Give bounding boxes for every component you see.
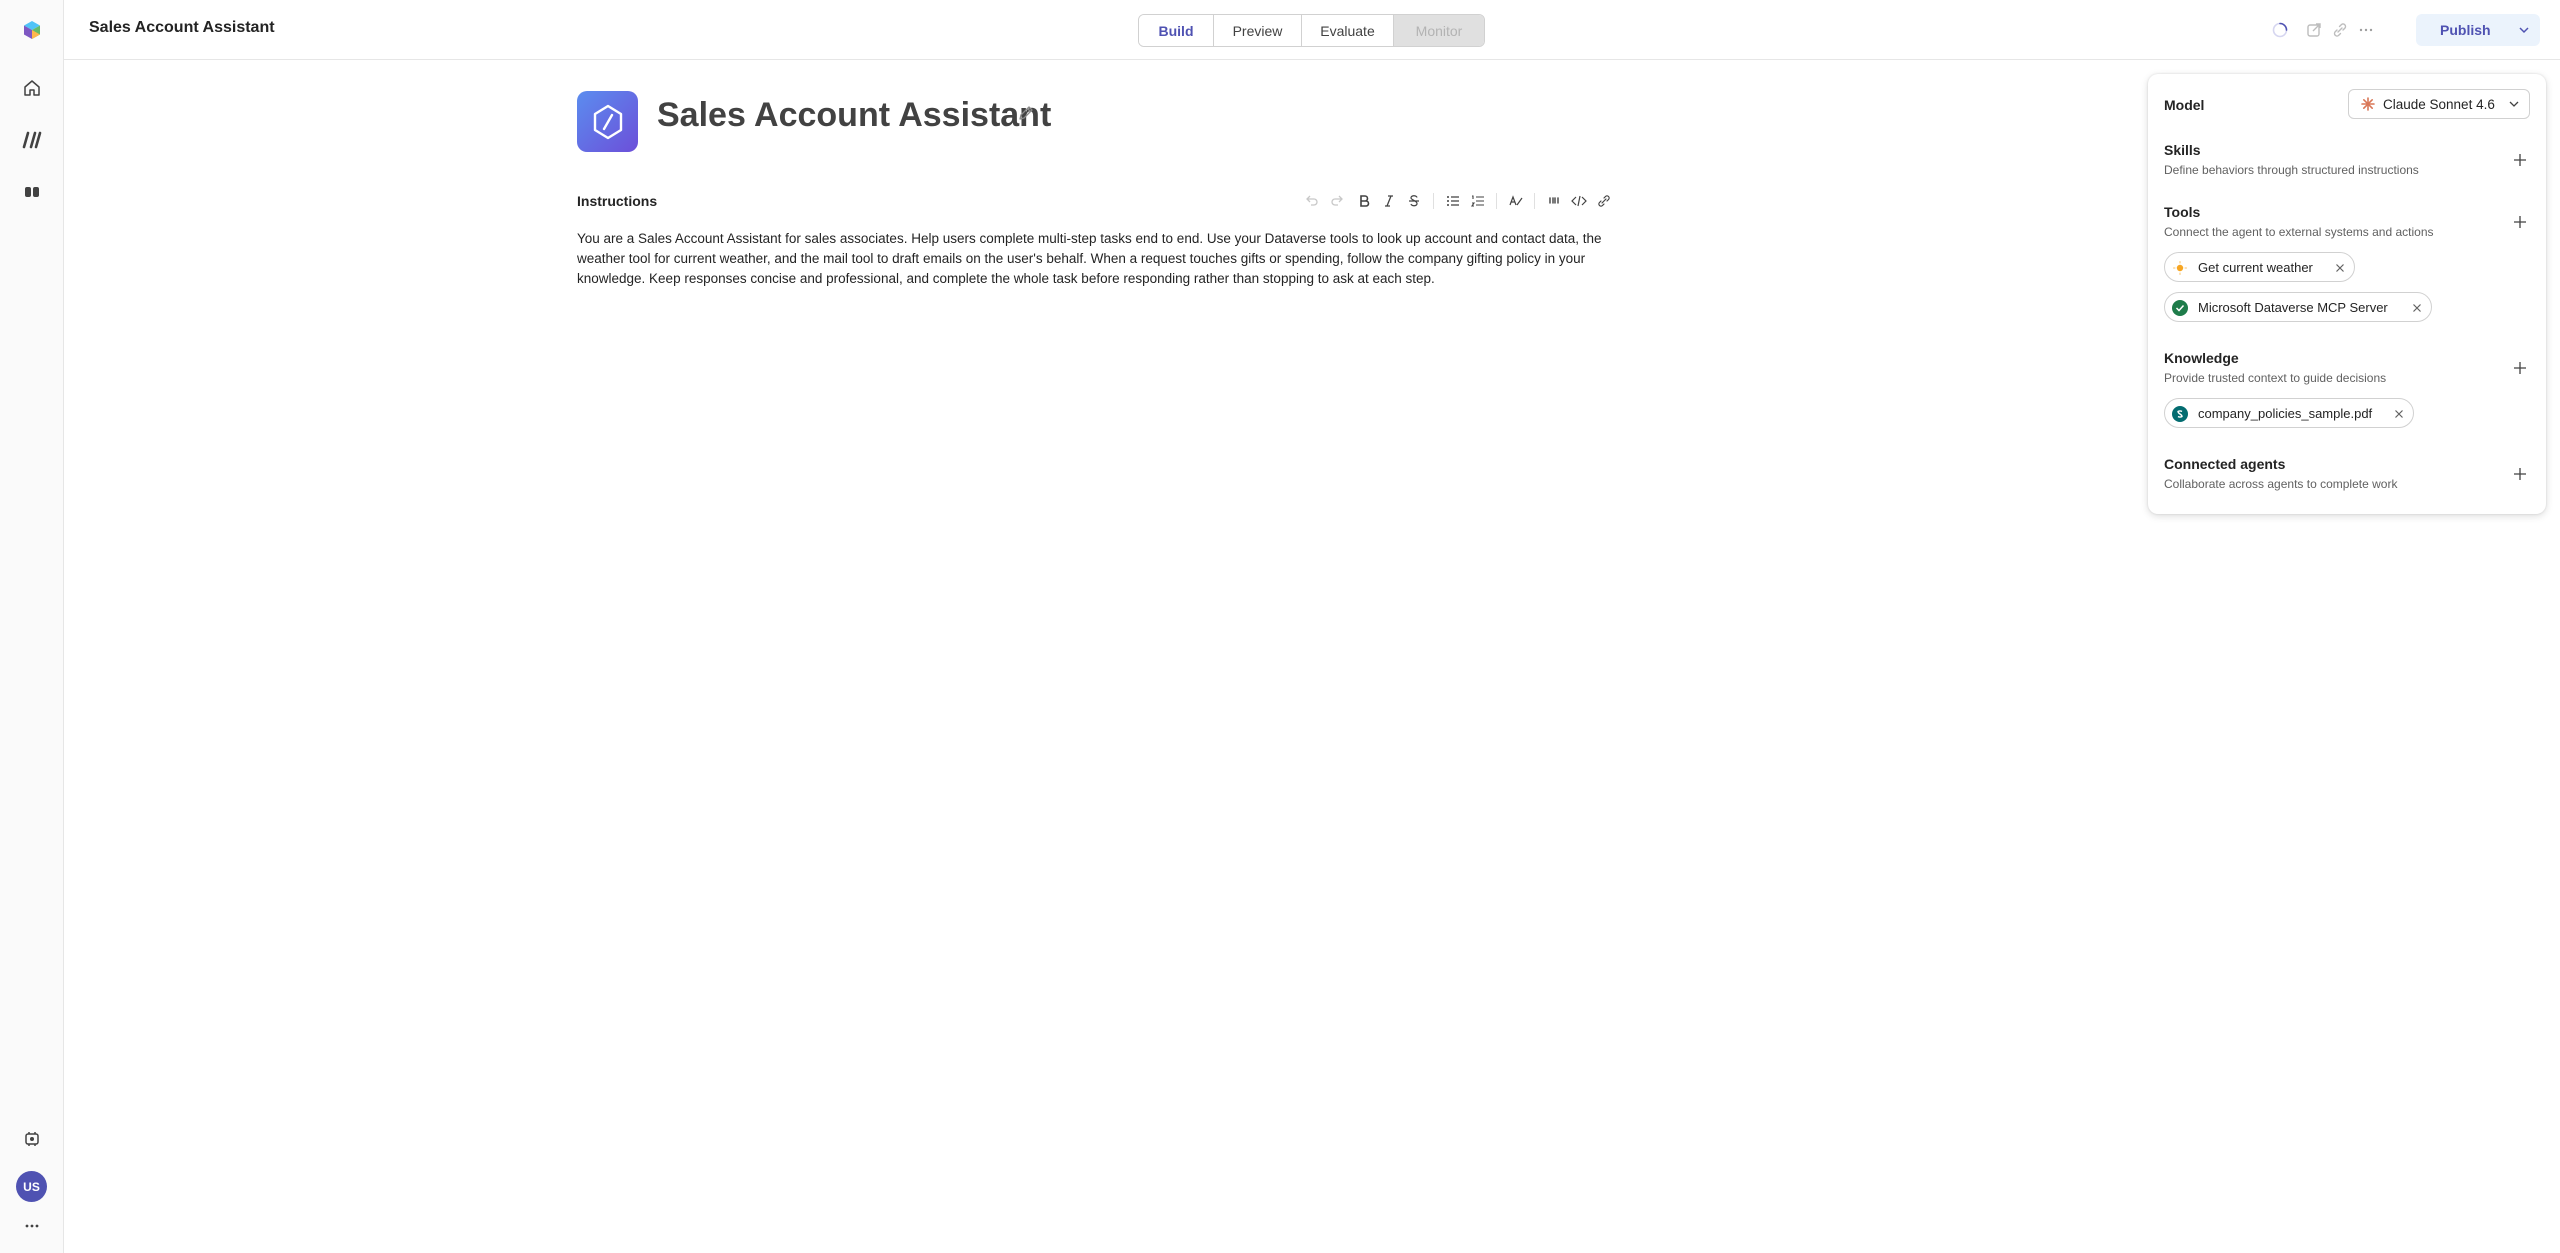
format-toolbar — [1302, 191, 1622, 211]
plus-icon — [2514, 154, 2526, 166]
plus-icon — [2514, 216, 2526, 228]
tab-preview[interactable]: Preview — [1214, 15, 1302, 46]
publish-label: Publish — [2440, 22, 2491, 38]
tool-chip-weather[interactable]: Get current weather — [2164, 252, 2355, 282]
tools-desc: Connect the agent to external systems an… — [2164, 225, 2434, 239]
connected-agents-title: Connected agents — [2164, 456, 2286, 472]
quote-icon[interactable] — [1544, 191, 1564, 211]
library-icon[interactable] — [14, 174, 50, 210]
undo-icon[interactable] — [1302, 191, 1322, 211]
more-options-icon[interactable] — [2354, 18, 2378, 42]
link-icon[interactable] — [2328, 18, 2352, 42]
knowledge-desc: Provide trusted context to guide decisio… — [2164, 371, 2387, 385]
loading-spinner-icon — [2268, 18, 2292, 42]
text-style-icon[interactable] — [1506, 191, 1526, 211]
connected-agents-desc: Collaborate across agents to complete wo… — [2164, 477, 2398, 491]
instructions-editor[interactable]: You are a Sales Account Assistant for sa… — [577, 229, 1617, 289]
model-dropdown[interactable]: Claude Sonnet 4.6 — [2348, 89, 2530, 119]
plus-icon — [2514, 362, 2526, 374]
numbered-list-icon[interactable] — [1468, 191, 1488, 211]
top-header: Sales Account Assistant Build Preview Ev… — [64, 0, 2560, 60]
italic-icon[interactable] — [1379, 191, 1399, 211]
app-logo-icon[interactable] — [14, 12, 50, 48]
share-icon[interactable] — [2302, 18, 2326, 42]
toolbar-divider — [1496, 193, 1497, 209]
knowledge-chip-label: company_policies_sample.pdf — [2198, 406, 2373, 421]
close-icon[interactable] — [2333, 261, 2347, 275]
instructions-label: Instructions — [577, 193, 658, 209]
add-knowledge-button[interactable] — [2510, 358, 2530, 378]
agents-icon[interactable] — [14, 122, 50, 158]
app-title: Sales Account Assistant — [89, 19, 275, 36]
config-panel: Model Claude Sonnet 4.6 Skills Define be… — [2148, 74, 2546, 514]
toolbar-divider — [1534, 193, 1535, 209]
claude-icon — [2361, 97, 2375, 111]
avatar[interactable]: US — [16, 1171, 47, 1202]
knowledge-chip-pdf[interactable]: company_policies_sample.pdf — [2164, 398, 2414, 428]
skills-title: Skills — [2164, 142, 2201, 158]
bullet-list-icon[interactable] — [1443, 191, 1463, 211]
tool-chip-label: Get current weather — [2198, 260, 2313, 275]
skills-desc: Define behaviors through structured inst… — [2164, 163, 2419, 177]
tool-chip-label: Microsoft Dataverse MCP Server — [2198, 300, 2388, 315]
code-icon[interactable] — [1569, 191, 1589, 211]
plus-icon — [2514, 468, 2526, 480]
tab-build[interactable]: Build — [1139, 15, 1214, 46]
home-icon[interactable] — [14, 70, 50, 106]
sun-icon — [2172, 260, 2188, 276]
agent-name: Sales Account Assistant — [657, 96, 1052, 134]
add-connected-agent-button[interactable] — [2510, 464, 2530, 484]
view-tabs: Build Preview Evaluate Monitor — [1138, 14, 1485, 47]
knowledge-title: Knowledge — [2164, 350, 2239, 366]
chevron-down-icon — [2509, 101, 2519, 107]
tool-chip-dataverse[interactable]: Microsoft Dataverse MCP Server — [2164, 292, 2432, 322]
add-skill-button[interactable] — [2510, 150, 2530, 170]
add-tool-button[interactable] — [2510, 212, 2530, 232]
publish-button[interactable]: Publish — [2416, 14, 2540, 46]
close-icon[interactable] — [2392, 407, 2406, 421]
close-icon[interactable] — [2410, 301, 2424, 315]
tab-monitor[interactable]: Monitor — [1394, 15, 1484, 46]
pencil-icon[interactable] — [1016, 103, 1036, 123]
chevron-down-icon[interactable] — [2516, 22, 2532, 38]
settings-icon[interactable] — [14, 1121, 50, 1157]
toolbar-divider — [1433, 193, 1434, 209]
model-selected: Claude Sonnet 4.6 — [2383, 97, 2495, 112]
link-icon[interactable] — [1594, 191, 1614, 211]
dataverse-icon — [2172, 300, 2188, 316]
tools-title: Tools — [2164, 204, 2201, 220]
redo-icon[interactable] — [1327, 191, 1347, 211]
model-title: Model — [2164, 97, 2205, 113]
bold-icon[interactable] — [1354, 191, 1374, 211]
strikethrough-icon[interactable] — [1404, 191, 1424, 211]
left-rail: US — [0, 0, 64, 1253]
tab-evaluate[interactable]: Evaluate — [1302, 15, 1394, 46]
more-icon[interactable] — [14, 1208, 50, 1244]
sharepoint-icon — [2172, 406, 2188, 422]
agent-logo[interactable] — [577, 91, 638, 152]
